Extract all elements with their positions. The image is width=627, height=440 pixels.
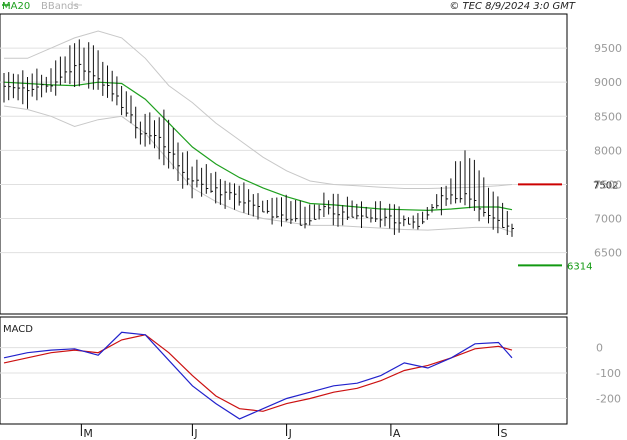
macd-y-tick-label: -100	[596, 367, 621, 380]
support-level-label: 6314	[567, 261, 592, 272]
stock-chart: 75026314 65007000750080008500900095000-1…	[0, 1, 622, 440]
y-tick-label: 6500	[594, 247, 622, 260]
ma-legend-label: MA20	[2, 1, 30, 12]
header-legend: MA20 BBands © TEC 8/9/2024 3:0 GMT	[2, 1, 576, 12]
bbands-legend-label: BBands	[41, 1, 79, 12]
y-tick-label: 7500	[594, 178, 622, 191]
y-tick-label: 8000	[594, 144, 622, 157]
x-tick-label: M	[83, 427, 93, 440]
y-tick-label: 9000	[594, 76, 622, 89]
macd-y-tick-label: 0	[596, 342, 603, 355]
x-tick-label: J	[288, 427, 292, 440]
x-tick-label: A	[393, 427, 401, 440]
x-tick-label: S	[501, 427, 508, 440]
macd-panel-frame	[0, 316, 568, 425]
macd-y-tick-label: -200	[596, 393, 621, 406]
y-tick-label: 9500	[594, 42, 622, 55]
y-tick-label: 7000	[594, 213, 622, 226]
timestamp: © TEC 8/9/2024 3:0 GMT	[449, 1, 576, 12]
macd-title: MACD	[3, 324, 33, 335]
y-tick-label: 8500	[594, 110, 622, 123]
main-panel-frame	[0, 13, 568, 315]
x-tick-label: J	[193, 427, 197, 440]
